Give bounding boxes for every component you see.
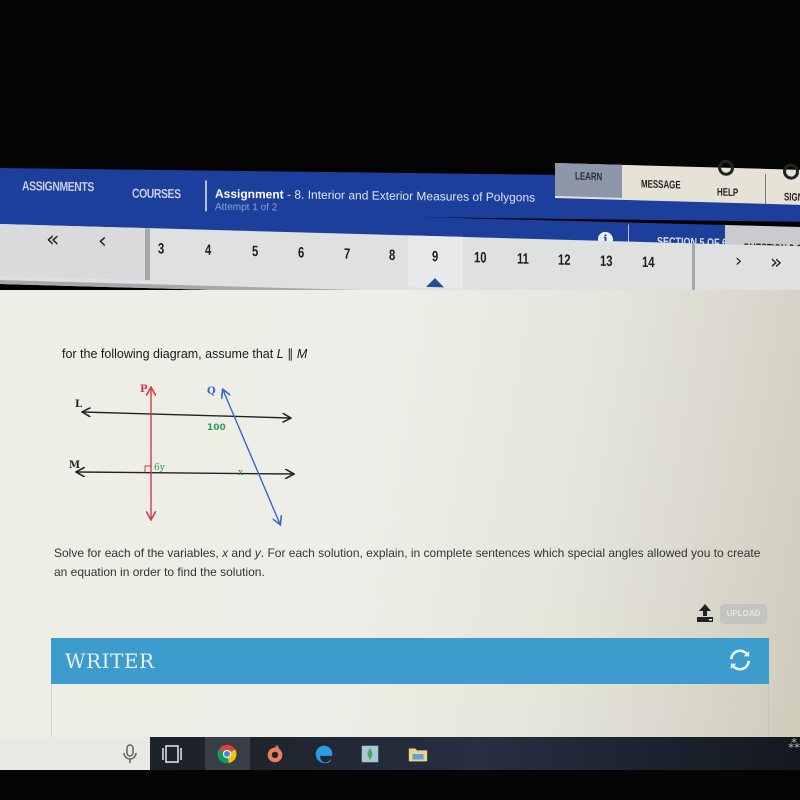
prompt-text: for the following diagram, assume that xyxy=(62,347,277,361)
sign-out-icon[interactable] xyxy=(783,163,799,180)
origin-icon[interactable] xyxy=(263,743,287,765)
writer-title: WRITER xyxy=(65,649,155,673)
refresh-icon[interactable] xyxy=(729,649,751,671)
prompt-parallel: ∥ xyxy=(283,347,297,361)
upload-button[interactable]: UPLOAD xyxy=(720,604,767,624)
windows-taskbar: ⁂ xyxy=(0,737,800,771)
page-11[interactable]: 11 xyxy=(517,250,529,267)
label-L: L xyxy=(75,399,82,410)
parallel-lines-diagram: L M P Q 100 6y x xyxy=(69,384,305,529)
page-8[interactable]: 8 xyxy=(389,247,395,264)
last-page-button[interactable]: » xyxy=(770,250,782,274)
microphone-icon[interactable] xyxy=(118,743,142,765)
sign-out-link[interactable]: SIGN xyxy=(784,191,800,204)
learn-tab[interactable]: LEARN xyxy=(555,163,622,198)
message-link[interactable]: MESSAGE xyxy=(641,178,681,191)
page-14[interactable]: 14 xyxy=(642,254,655,271)
page-5[interactable]: 5 xyxy=(252,243,258,260)
label-Q: Q xyxy=(207,386,216,397)
edge-icon[interactable] xyxy=(312,743,336,765)
angle-label-x: x xyxy=(238,468,243,478)
nav-assignments[interactable]: ASSIGNMENTS xyxy=(22,178,94,194)
file-explorer-icon[interactable] xyxy=(406,743,430,765)
next-page-button[interactable]: › xyxy=(735,251,742,272)
prev-page-button[interactable]: ‹ xyxy=(98,229,107,254)
angle-label-6y: 6y xyxy=(154,463,166,473)
question-part-1: Solve for each of the variables, xyxy=(54,546,223,560)
line-M xyxy=(77,472,293,474)
angle-label-100: 100 xyxy=(207,423,226,433)
people-icon[interactable]: ⁂ xyxy=(788,737,800,751)
page-10[interactable]: 10 xyxy=(474,249,487,266)
label-M: M xyxy=(69,460,80,471)
question-content: for the following diagram, assume that L… xyxy=(0,290,800,740)
task-view-icon[interactable] xyxy=(160,743,184,765)
nav-courses[interactable]: COURSES xyxy=(132,186,181,202)
page-12[interactable]: 12 xyxy=(558,252,571,269)
page-9-current[interactable]: 9 xyxy=(432,248,438,265)
page-3[interactable]: 3 xyxy=(158,240,164,257)
writer-editor-area[interactable] xyxy=(51,684,769,740)
page-6[interactable]: 6 xyxy=(298,244,304,261)
learn-label: LEARN xyxy=(575,170,603,184)
diagram-prompt: for the following diagram, assume that L… xyxy=(62,346,307,361)
first-page-button[interactable]: « xyxy=(46,227,59,252)
sims-icon[interactable] xyxy=(358,743,382,765)
assignment-label: Assignment xyxy=(215,186,284,202)
help-link[interactable]: HELP xyxy=(717,187,738,200)
prompt-line-M: M xyxy=(296,347,308,361)
right-angle-mark-icon xyxy=(144,465,151,472)
writer-panel-header: WRITER xyxy=(51,638,769,684)
header-divider xyxy=(205,180,207,213)
label-P: P xyxy=(140,384,148,395)
question-and: and xyxy=(228,546,255,560)
screen-bezel-bottom xyxy=(0,770,800,800)
page-13[interactable]: 13 xyxy=(600,253,613,270)
help-icon[interactable] xyxy=(718,159,734,176)
line-L xyxy=(83,412,290,418)
question-text: Solve for each of the variables, x and y… xyxy=(54,544,774,582)
page-4[interactable]: 4 xyxy=(205,242,211,259)
assignment-name: - 8. Interior and Exterior Measures of P… xyxy=(283,187,536,205)
utility-nav: LEARN MESSAGE HELP SIGN xyxy=(555,159,800,205)
upload-icon[interactable] xyxy=(696,603,714,623)
pager-left-controls: « ‹ xyxy=(0,224,150,281)
utility-divider xyxy=(765,173,766,204)
page-7[interactable]: 7 xyxy=(344,246,350,263)
screen-bezel-top xyxy=(0,0,800,168)
prompt-line-L: L xyxy=(276,347,284,361)
line-Q xyxy=(223,390,280,524)
chrome-icon[interactable] xyxy=(215,743,239,765)
current-page-marker-icon xyxy=(426,277,444,288)
